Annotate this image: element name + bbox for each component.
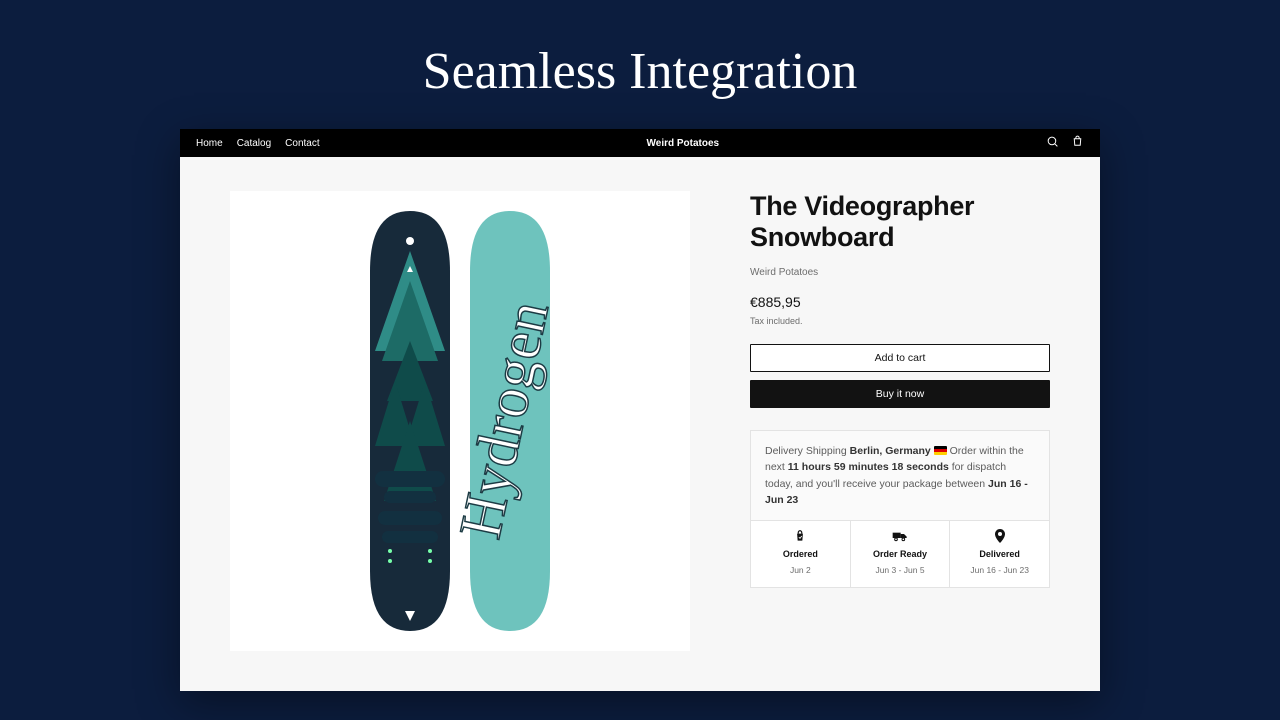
buy-it-now-button[interactable]: Buy it now [750, 380, 1050, 408]
delivery-box: Delivery Shipping Berlin, Germany Order … [750, 430, 1050, 588]
flag-germany-icon [934, 446, 947, 455]
bag-check-icon [753, 529, 848, 545]
delivery-prefix: Delivery Shipping [765, 445, 850, 457]
delivery-step-ordered: Ordered Jun 2 [751, 521, 851, 587]
delivery-location: Berlin, Germany [850, 445, 931, 457]
product-area: Hydrogen The Videographer Snowboard Weir… [180, 157, 1100, 691]
delivery-step-delivered: Delivered Jun 16 - Jun 23 [950, 521, 1049, 587]
product-vendor: Weird Potatoes [750, 267, 1050, 278]
nav-link-home[interactable]: Home [196, 138, 223, 149]
product-tax-note: Tax included. [750, 316, 1050, 326]
cart-icon[interactable] [1071, 135, 1084, 151]
store-logo[interactable]: Weird Potatoes [320, 138, 1046, 149]
delivery-steps: Ordered Jun 2 Order Ready Jun 3 - Jun 5 [751, 520, 1049, 587]
nav-link-catalog[interactable]: Catalog [237, 138, 271, 149]
product-title: The Videographer Snowboard [750, 191, 1050, 253]
step-label: Ordered [753, 548, 848, 562]
step-date: Jun 16 - Jun 23 [952, 564, 1047, 577]
add-to-cart-button[interactable]: Add to cart [750, 344, 1050, 372]
location-pin-icon [952, 529, 1047, 545]
step-label: Delivered [952, 548, 1047, 562]
product-info: The Videographer Snowboard Weird Potatoe… [750, 191, 1050, 651]
delivery-countdown: 11 hours 59 minutes 18 seconds [788, 461, 949, 473]
product-price: €885,95 [750, 294, 1050, 310]
delivery-text: Delivery Shipping Berlin, Germany Order … [765, 443, 1035, 508]
product-image[interactable]: Hydrogen [230, 191, 690, 651]
hero-title: Seamless Integration [0, 0, 1280, 129]
step-label: Order Ready [853, 548, 948, 562]
truck-icon [853, 529, 948, 545]
nav-link-contact[interactable]: Contact [285, 138, 319, 149]
delivery-step-ready: Order Ready Jun 3 - Jun 5 [851, 521, 951, 587]
search-icon[interactable] [1046, 135, 1059, 151]
step-date: Jun 3 - Jun 5 [853, 564, 948, 577]
store-header: Home Catalog Contact Weird Potatoes [180, 129, 1100, 157]
store-screenshot: Home Catalog Contact Weird Potatoes [180, 129, 1100, 691]
step-date: Jun 2 [753, 564, 848, 577]
